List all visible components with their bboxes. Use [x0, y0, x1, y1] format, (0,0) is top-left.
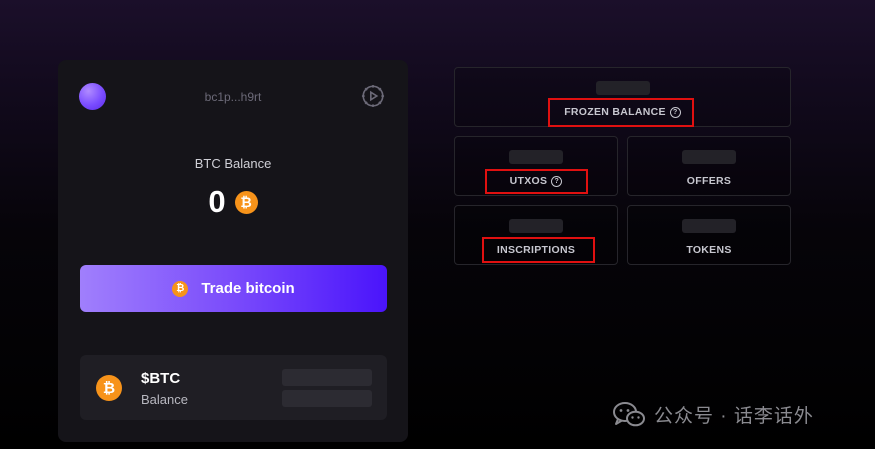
- trade-bitcoin-button[interactable]: ₿ Trade bitcoin: [80, 265, 387, 312]
- stat-value-placeholder: [596, 81, 650, 95]
- stat-value-placeholder: [509, 219, 563, 233]
- wallet-card: bc1p...h9rt BTC Balance 0 ₿ ₿ Trade bitc…: [58, 60, 408, 442]
- trade-bitcoin-label: Trade bitcoin: [201, 280, 295, 297]
- offers-label: OFFERS: [686, 175, 732, 187]
- token-value-placeholder: [282, 369, 372, 386]
- btc-balance: 0 ₿: [58, 185, 408, 219]
- watermark: 公众号 · 话李话外: [613, 401, 814, 428]
- wechat-icon: [613, 402, 645, 427]
- token-row-btc[interactable]: ₿ $BTC Balance: [80, 355, 387, 420]
- tokens-card[interactable]: TOKENS: [627, 205, 791, 265]
- stat-value-placeholder: [682, 219, 736, 233]
- watermark-text: 公众号 · 话李话外: [654, 406, 814, 427]
- utxos-highlight: [485, 169, 588, 194]
- btc-balance-value: 0: [208, 184, 226, 219]
- bitcoin-icon: ₿: [172, 280, 189, 297]
- btc-balance-label: BTC Balance: [194, 156, 272, 171]
- stat-value-placeholder: [682, 150, 736, 164]
- token-balance-label: Balance: [141, 392, 188, 407]
- frozen-balance-highlight: [548, 98, 694, 127]
- settings-gear-icon[interactable]: [360, 83, 386, 109]
- token-name: $BTC: [141, 370, 181, 387]
- tokens-label: TOKENS: [686, 244, 732, 256]
- bitcoin-icon: ₿: [234, 190, 258, 214]
- wallet-address[interactable]: bc1p...h9rt: [58, 90, 408, 104]
- token-value-placeholder: [282, 390, 372, 407]
- stat-value-placeholder: [509, 150, 563, 164]
- inscriptions-highlight: [482, 237, 595, 263]
- bitcoin-icon: ₿: [96, 375, 122, 401]
- offers-card[interactable]: OFFERS: [627, 136, 791, 196]
